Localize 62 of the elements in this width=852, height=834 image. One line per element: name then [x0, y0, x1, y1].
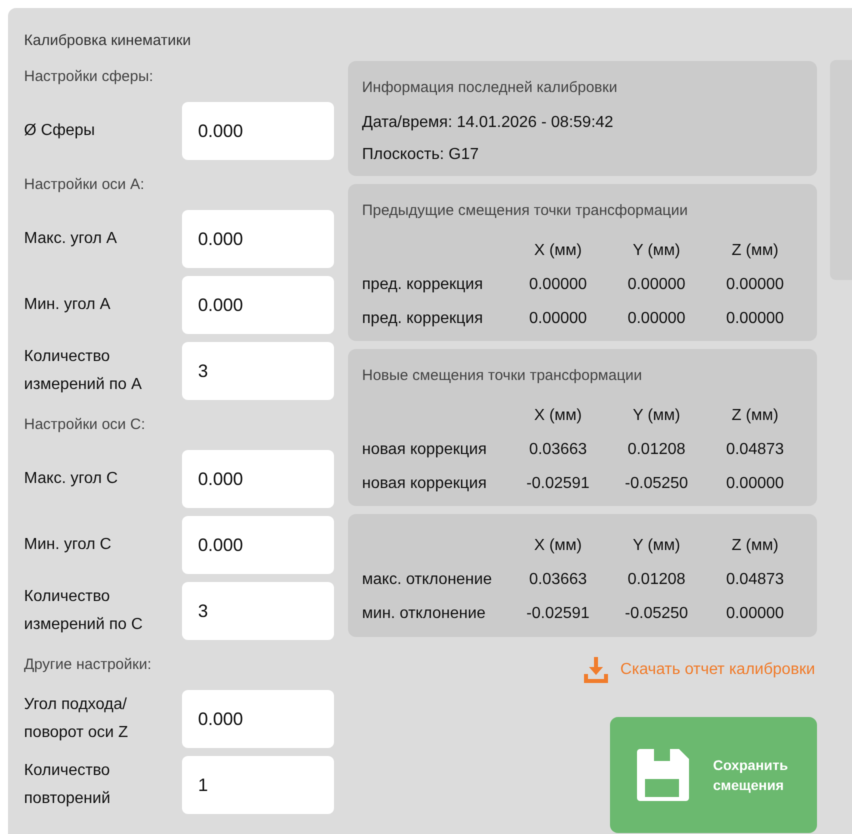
row-label: макс. отклонение: [362, 570, 492, 590]
table-cell-text: -0.05250: [624, 604, 688, 624]
column-header: Z (мм): [732, 536, 778, 556]
table-cell-text: 0.00000: [628, 275, 686, 295]
table-cell-text: 0.01208: [628, 570, 686, 590]
field-label: Количество повторений: [24, 761, 112, 809]
row-label: пред. коррекция: [362, 309, 483, 329]
field-label: Макс. угол C: [24, 469, 119, 489]
column-header: Y (мм): [632, 406, 680, 426]
card-title: Информация последней калибровки: [362, 78, 618, 98]
row-label: новая коррекция: [362, 440, 487, 460]
column-header: X (мм): [534, 406, 582, 426]
field-label: Мин. угол A: [24, 295, 112, 315]
table-cell-text: 0.00000: [529, 309, 587, 329]
card-title: Предыдущие смещения точки трансформации: [362, 201, 688, 221]
section-heading: Настройки сферы:: [24, 66, 154, 87]
number-input[interactable]: 0.000: [182, 210, 334, 268]
table-cell-text: 0.00000: [726, 275, 784, 295]
column-header: X (мм): [534, 536, 582, 556]
table-cell-text: 0.00000: [726, 309, 784, 329]
card-title: Новые смещения точки трансформации: [362, 366, 642, 386]
field-label: Мин. угол C: [24, 535, 112, 555]
table-cell-text: 0.00000: [726, 474, 784, 494]
table-cell-text: 0.00000: [628, 309, 686, 329]
field-label: Количество измерений по A: [24, 347, 143, 395]
table-cell-text: 0.04873: [726, 440, 784, 460]
section-heading: Настройки оси A:: [24, 174, 144, 195]
panel-title: Калибровка кинематики: [24, 31, 191, 51]
download-icon: [584, 657, 608, 683]
column-header: Y (мм): [632, 536, 680, 556]
row-label: новая коррекция: [362, 474, 487, 494]
table-cell-text: 0.03663: [529, 440, 587, 460]
number-input[interactable]: 3: [182, 342, 334, 400]
number-input[interactable]: 0.000: [182, 690, 334, 748]
info-text: Плоскость: G17: [362, 145, 479, 165]
info-text: Дата/время: 14.01.2026 - 08:59:42: [362, 113, 614, 133]
table-cell-text: -0.05250: [624, 474, 688, 494]
number-input[interactable]: 0.000: [182, 516, 334, 574]
row-label: мин. отклонение: [362, 604, 486, 624]
table-cell-text: 0.03663: [529, 570, 587, 590]
field-label: Макс. угол A: [24, 229, 118, 249]
number-input[interactable]: 0.000: [182, 450, 334, 508]
number-input[interactable]: 1: [182, 756, 334, 814]
column-header: Y (мм): [632, 241, 680, 261]
number-input[interactable]: 3: [182, 582, 334, 640]
field-label: Угол подхода/ поворот оси Z: [24, 695, 130, 743]
table-cell-text: 0.04873: [726, 570, 784, 590]
section-heading: Настройки оси C:: [24, 414, 146, 435]
number-input[interactable]: 0.000: [182, 102, 334, 160]
column-header: Z (мм): [732, 406, 778, 426]
table-cell-text: -0.02591: [526, 474, 590, 494]
column-header: Z (мм): [732, 241, 778, 261]
table-cell-text: 0.01208: [628, 440, 686, 460]
number-input[interactable]: 0.000: [182, 276, 334, 334]
field-label: Ø Сферы: [24, 121, 96, 141]
row-label: пред. коррекция: [362, 275, 483, 295]
field-label: Количество измерений по C: [24, 587, 144, 635]
section-heading: Другие настройки:: [24, 654, 152, 675]
column-header: X (мм): [534, 241, 582, 261]
table-cell-text: -0.02591: [526, 604, 590, 624]
table-cell-text: 0.00000: [529, 275, 587, 295]
table-cell-text: 0.00000: [726, 604, 784, 624]
